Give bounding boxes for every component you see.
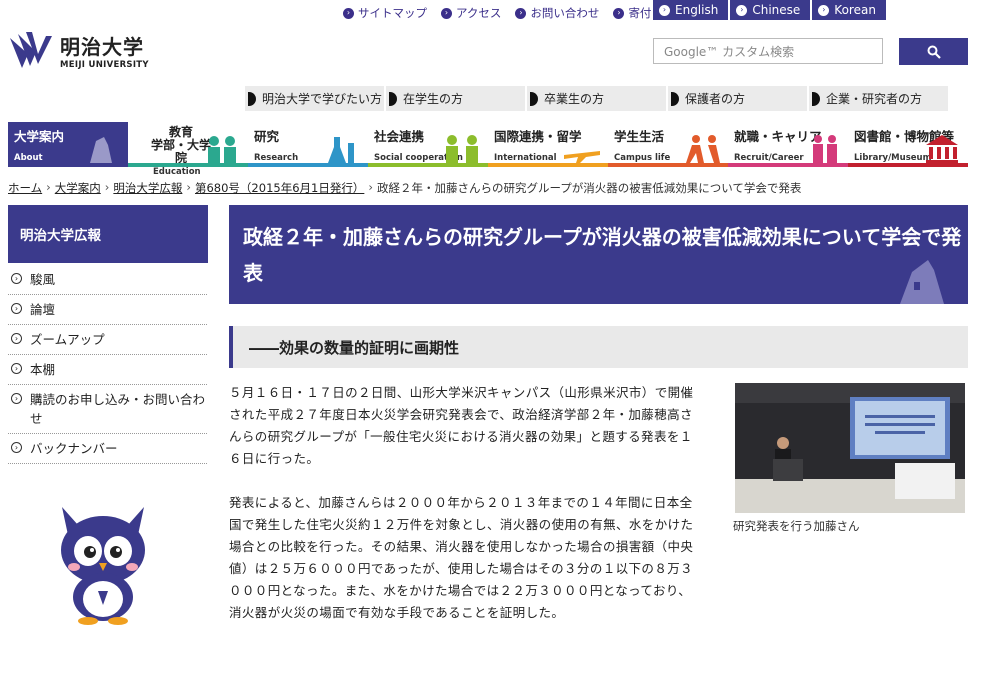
- arrow-right-icon: ›: [818, 4, 830, 16]
- arrow-circle-icon: ›: [11, 393, 22, 404]
- utility-links: › サイトマップ › アクセス › お問い合わせ › 寄付: [343, 5, 651, 21]
- article-paragraph: 発表によると、加藤さんらは２０００年から２０１３年までの１４年間に日本全国で発生…: [229, 495, 694, 620]
- students-icon: [208, 136, 236, 163]
- arrow-circle-icon: ›: [11, 363, 22, 374]
- arrow-right-icon: ›: [343, 7, 354, 19]
- arrow-right-icon: ›: [515, 7, 527, 19]
- breadcrumb-issue[interactable]: 第680号（2015年6月1日発行）: [195, 180, 364, 196]
- nav-color-bar: [608, 163, 728, 167]
- arrow-circle-icon: ›: [11, 303, 22, 314]
- sidebar-item-backnumber[interactable]: › バックナンバー: [8, 434, 207, 464]
- tower-icon: [900, 260, 944, 304]
- nav-color-bar: [848, 163, 968, 167]
- nav-library-museum[interactable]: 図書館・博物館等 Library/Museum: [848, 122, 968, 167]
- arrow-right-icon: ›: [659, 4, 670, 16]
- airplane-icon: [564, 151, 600, 163]
- breadcrumb-separator: ›: [104, 180, 110, 194]
- site-logo[interactable]: 明治大学 MEIJI UNIVERSITY: [8, 30, 149, 70]
- nav-campus-life[interactable]: 学生生活 Campus life: [608, 122, 728, 167]
- nav-international[interactable]: 国際連携・留学 International: [488, 122, 608, 167]
- article-title: 政経２年・加藤さんらの研究グループが消火器の被害低減効果について学会で発表: [243, 225, 962, 285]
- search-icon: [927, 45, 941, 59]
- search-button[interactable]: [899, 38, 968, 65]
- breadcrumb-about[interactable]: 大学案内: [55, 180, 101, 196]
- nav-color-bar: [728, 163, 848, 167]
- lang-chinese-button[interactable]: › Chinese: [730, 0, 811, 20]
- meiji-logo-icon: [10, 32, 52, 68]
- arrow-circle-icon: ›: [11, 333, 22, 344]
- article-body: ５月１６日・１７日の２日間、山形大学米沢キャンパス（山形県米沢市）で開催された平…: [229, 382, 699, 646]
- sidebar-title[interactable]: 明治大学広報: [8, 205, 208, 263]
- breadcrumb-home[interactable]: ホーム: [8, 180, 42, 196]
- language-switcher: › English › Chinese › Korean: [653, 0, 886, 20]
- half-circle-icon: [389, 91, 397, 106]
- arrow-right-icon: ›: [736, 4, 748, 16]
- breadcrumb-koho[interactable]: 明治大学広報: [113, 180, 182, 196]
- arrow-circle-icon: ›: [11, 442, 22, 453]
- tower-icon: [90, 137, 112, 163]
- audience-nav: 明治大学で学びたい方 在学生の方 卒業生の方 保護者の方 企業・研究者の方: [245, 86, 950, 111]
- athletes-icon: [686, 135, 720, 163]
- nav-color-bar: [248, 163, 368, 167]
- sidebar-item-rondan[interactable]: › 論壇: [8, 295, 207, 325]
- arrow-right-icon: ›: [613, 7, 625, 19]
- photo-caption: 研究発表を行う加藤さん: [733, 519, 860, 533]
- global-nav: 大学案内 About 教育 学部・大学院 Education 研究 Researc…: [8, 122, 968, 177]
- search-input[interactable]: Google™ カスタム検索: [653, 38, 883, 64]
- nav-social-cooperation[interactable]: 社会連携 Social cooperation: [368, 122, 488, 167]
- audience-parents[interactable]: 保護者の方: [668, 86, 807, 111]
- sidebar-item-subscribe[interactable]: › 購読のお申し込み・お問い合わせ: [8, 385, 207, 434]
- sidebar-item-zoomup[interactable]: › ズームアップ: [8, 325, 207, 355]
- sidebar-item-bookshelf[interactable]: › 本棚: [8, 355, 207, 385]
- nav-education[interactable]: 教育 学部・大学院 Education: [128, 122, 248, 177]
- nav-color-bar: [128, 163, 248, 167]
- article-title-box: 政経２年・加藤さんらの研究グループが消火器の被害低減効果について学会で発表: [229, 205, 968, 304]
- half-circle-icon: [671, 91, 679, 106]
- breadcrumb: ホーム › 大学案内 › 明治大学広報 › 第680号（2015年6月1日発行） › 政…: [8, 180, 801, 196]
- half-circle-icon: [812, 91, 820, 106]
- logo-english: MEIJI UNIVERSITY: [60, 59, 149, 70]
- half-circle-icon: [530, 91, 538, 106]
- nav-color-bar: [488, 163, 608, 167]
- nav-color-bar: [368, 163, 488, 167]
- breadcrumb-current: 政経２年・加藤さんらの研究グループが消火器の被害低減効果について学会で発表: [376, 181, 802, 195]
- breadcrumb-separator: ›: [186, 180, 191, 194]
- article-subheading: ――効果の数量的証明に画期性: [229, 326, 968, 368]
- article-paragraph: ５月１６日・１７日の２日間、山形大学米沢キャンパス（山形県米沢市）で開催された平…: [229, 385, 694, 466]
- logo-japanese: 明治大学: [60, 34, 144, 59]
- museum-building-icon: [926, 135, 958, 163]
- nav-career[interactable]: 就職・キャリア Recruit/Career: [728, 122, 848, 167]
- business-people-icon: [813, 135, 837, 163]
- nav-research[interactable]: 研究 Research: [248, 122, 368, 167]
- audience-alumni[interactable]: 卒業生の方: [527, 86, 666, 111]
- utility-link-access[interactable]: › アクセス: [441, 5, 501, 21]
- sidebar-item-shunpu[interactable]: › 駿風: [8, 265, 207, 295]
- arrow-right-icon: ›: [441, 7, 452, 19]
- breadcrumb-separator: ›: [368, 180, 373, 194]
- audience-students[interactable]: 在学生の方: [386, 86, 525, 111]
- utility-link-contact[interactable]: › お問い合わせ: [515, 5, 599, 21]
- handshake-icon: [446, 135, 478, 163]
- nav-about[interactable]: 大学案内 About: [8, 122, 128, 167]
- sidebar-menu: › 駿風 › 論壇 › ズームアップ › 本棚 › 購読のお申し込み・お問い合わせ › バッ…: [8, 265, 207, 464]
- utility-link-sitemap[interactable]: › サイトマップ: [343, 5, 427, 21]
- utility-link-donation[interactable]: › 寄付: [613, 5, 651, 21]
- audience-business[interactable]: 企業・研究者の方: [809, 86, 948, 111]
- arrow-circle-icon: ›: [11, 273, 22, 284]
- half-circle-icon: [248, 91, 256, 106]
- lang-english-button[interactable]: › English: [653, 0, 729, 20]
- audience-prospective[interactable]: 明治大学で学びたい方: [245, 86, 384, 111]
- presentation-photo: [735, 383, 965, 513]
- breadcrumb-separator: ›: [46, 180, 51, 194]
- lang-korean-button[interactable]: › Korean: [812, 0, 886, 20]
- owl-mascot-icon: [61, 507, 145, 625]
- lab-flask-icon: [328, 137, 354, 163]
